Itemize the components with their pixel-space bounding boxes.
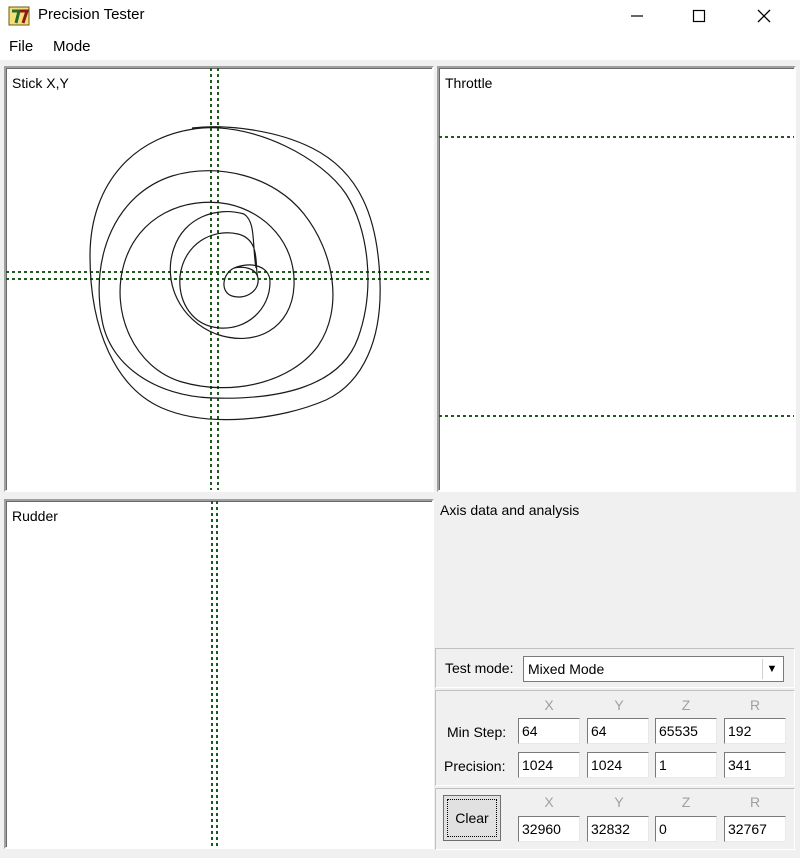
current-r-field[interactable]: 32767 xyxy=(724,816,786,842)
col-head-y: Y xyxy=(614,697,624,713)
precision-z-field[interactable]: 1 xyxy=(655,752,717,778)
min-step-x-field[interactable]: 64 xyxy=(518,718,580,744)
rudder-plot xyxy=(211,501,218,847)
menu-mode[interactable]: Mode xyxy=(53,38,91,55)
clear-button[interactable]: Clear xyxy=(443,795,501,841)
precision-x-field[interactable]: 1024 xyxy=(518,752,580,778)
current-y-field[interactable]: 32832 xyxy=(587,816,649,842)
window-title: Precision Tester xyxy=(38,6,145,23)
throttle-plot xyxy=(439,136,794,417)
menu-bar: File Mode xyxy=(0,32,800,60)
min-step-label: Min Step: xyxy=(447,724,507,740)
minimize-icon xyxy=(631,15,643,17)
col-head-z: Z xyxy=(681,697,691,713)
stick-trace xyxy=(89,126,381,421)
maximize-icon xyxy=(692,9,706,23)
current-col-head-z: Z xyxy=(681,794,691,810)
analysis-area: Axis data and analysis xyxy=(434,494,796,648)
current-col-head-y: Y xyxy=(614,794,624,810)
current-z-field[interactable]: 0 xyxy=(655,816,717,842)
close-button[interactable] xyxy=(734,0,794,32)
app-icon xyxy=(8,6,30,26)
current-col-head-r: R xyxy=(749,794,761,810)
current-x-field[interactable]: 32960 xyxy=(518,816,580,842)
throttle-panel: Throttle xyxy=(437,66,796,492)
stick-xy-plot xyxy=(6,68,432,490)
col-head-x: X xyxy=(544,697,554,713)
test-mode-label: Test mode: xyxy=(445,660,514,676)
current-col-head-x: X xyxy=(544,794,554,810)
minimize-button[interactable] xyxy=(607,0,667,32)
min-step-r-field[interactable]: 192 xyxy=(724,718,786,744)
min-step-y-field[interactable]: 64 xyxy=(587,718,649,744)
stick-xy-panel: Stick X,Y xyxy=(4,66,434,492)
maximize-button[interactable] xyxy=(669,0,729,32)
test-mode-select[interactable]: Mixed Mode ▼ xyxy=(523,656,784,682)
test-mode-value: Mixed Mode xyxy=(528,661,605,677)
precision-label: Precision: xyxy=(444,758,506,774)
precision-y-field[interactable]: 1024 xyxy=(587,752,649,778)
precision-r-field[interactable]: 341 xyxy=(724,752,786,778)
col-head-r: R xyxy=(749,697,761,713)
title-bar: Precision Tester xyxy=(0,0,800,32)
analysis-label: Axis data and analysis xyxy=(440,502,580,518)
menu-file[interactable]: File xyxy=(9,38,33,55)
rudder-panel: Rudder xyxy=(4,499,434,849)
close-icon xyxy=(757,9,771,23)
dropdown-arrow-icon[interactable]: ▼ xyxy=(762,659,781,679)
min-step-z-field[interactable]: 65535 xyxy=(655,718,717,744)
